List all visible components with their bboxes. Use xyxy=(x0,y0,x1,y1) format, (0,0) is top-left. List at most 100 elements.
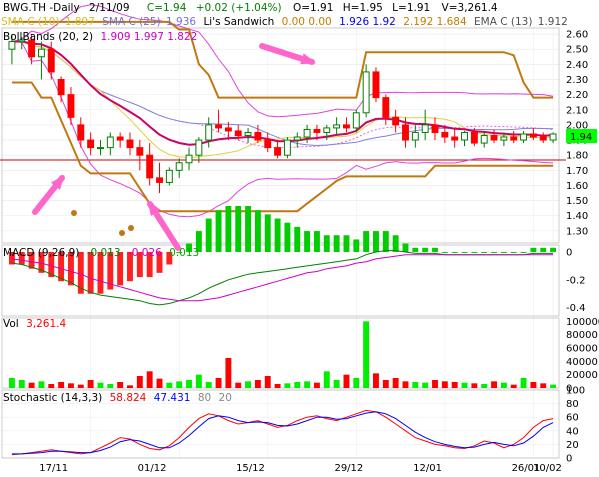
macd-histogram-bar xyxy=(441,251,448,253)
stoch-value-4: 20 xyxy=(219,392,232,404)
macd-value-3: 0.013 xyxy=(169,247,199,259)
candle-body xyxy=(205,124,213,141)
candle-body xyxy=(500,136,508,141)
low-label: L=1.91 xyxy=(392,2,430,14)
volume-bar xyxy=(432,380,438,388)
volume-bar xyxy=(235,382,242,388)
volume-bar xyxy=(68,383,74,388)
volume-bar xyxy=(520,378,527,388)
volume-bar xyxy=(363,321,370,388)
candle-body xyxy=(333,124,341,129)
macd-histogram-bar xyxy=(382,231,389,252)
candle-body xyxy=(185,154,193,164)
candle-body xyxy=(274,147,282,156)
header-line: BWG.TH -Daily 2/11/09 C=1.94 +0.02 (+1.0… xyxy=(3,2,498,14)
macd-histogram-bar xyxy=(412,247,419,252)
macd-histogram-bar xyxy=(550,247,557,252)
x-axis-labels: 17/11 01/12 15/12 29/12 12/01 26/0110/02 xyxy=(39,463,562,474)
change-label: +0.02 (+1.04%) xyxy=(196,2,282,14)
date-tick-label: 01/12 xyxy=(138,463,167,474)
sandwich-value-2: 1.926 1.92 xyxy=(339,16,396,28)
volume-bar xyxy=(38,381,45,388)
sma10-label: SMA C (10) xyxy=(1,16,59,28)
volume-bar xyxy=(343,374,350,388)
candle-body xyxy=(215,124,222,129)
macd-histogram-bar xyxy=(284,222,291,252)
candle-body xyxy=(97,147,104,150)
stoch-tick-label: 0 xyxy=(566,454,572,465)
volume-bar xyxy=(166,382,173,388)
stoch-tick-label: 40 xyxy=(566,426,579,437)
candle-body xyxy=(87,139,95,149)
candle-body xyxy=(57,78,65,96)
price-tick-label: 1.30 xyxy=(566,226,588,237)
macd-histogram-bar xyxy=(225,206,232,252)
date-tick-label: 15/12 xyxy=(236,463,265,474)
symbol-label: BWG.TH -Daily xyxy=(3,2,80,14)
sma10-value: 1.897 xyxy=(65,16,95,28)
macd-histogram-bar xyxy=(313,231,320,252)
candle-body xyxy=(224,127,232,132)
candle-body xyxy=(441,131,449,138)
price-tick-label: 2.20 xyxy=(566,90,588,101)
vol-label: Vol xyxy=(3,318,19,330)
macd-histogram-bar xyxy=(294,226,301,252)
volume-bar xyxy=(146,371,153,388)
candle-body xyxy=(480,135,488,144)
candle-body xyxy=(254,131,262,141)
candle-body xyxy=(411,131,419,141)
macd-histogram-bar xyxy=(510,251,517,253)
stoch-label: Stochastic (14,3,3) xyxy=(3,392,102,404)
vol-value: 3,261.4 xyxy=(26,318,66,330)
volume-bar xyxy=(225,358,232,388)
volume-bar xyxy=(117,382,124,388)
candle-body xyxy=(264,139,272,149)
price-tick-label: 1.40 xyxy=(566,211,588,222)
candle-body xyxy=(362,71,370,114)
candle-body xyxy=(539,136,547,141)
volume-bar xyxy=(422,382,429,388)
candle-body xyxy=(146,154,154,179)
volume-bar xyxy=(58,382,65,388)
volume-bar xyxy=(274,384,281,388)
stoch-legend: Stochastic (14,3,3) 58.824 47.431 80 20 xyxy=(3,392,232,404)
candle-body xyxy=(510,136,518,141)
date-tick-label: 12/01 xyxy=(413,463,442,474)
candle-body xyxy=(352,112,360,129)
volume-bar xyxy=(373,373,379,388)
volume-bar xyxy=(87,380,94,388)
vol-legend: Vol 3,261.4 xyxy=(3,318,66,330)
macd-histogram-bar xyxy=(500,251,507,253)
candle-body xyxy=(234,130,242,137)
volume-bar xyxy=(97,382,104,388)
price-tick-label: 1.80 xyxy=(566,151,588,162)
high-label: H=1.95 xyxy=(343,2,383,14)
boll-legend: BollBands (20, 2) 1.909 1.997 1.822 xyxy=(3,31,197,43)
macd-histogram-bar xyxy=(520,251,527,253)
volume-bar xyxy=(156,378,163,388)
macd-histogram-bar xyxy=(491,251,497,253)
volume-bar xyxy=(284,383,291,388)
macd-histogram-bar xyxy=(274,218,281,252)
candle-body xyxy=(313,128,321,133)
volume-bars xyxy=(8,321,557,388)
candle-body xyxy=(323,127,331,133)
date-label: 2/11/09 xyxy=(89,2,129,14)
macd-histogram-bar xyxy=(333,235,340,252)
stoch-tick-label: 100 xyxy=(566,386,585,397)
macd-histogram-bar xyxy=(373,231,379,252)
stoch-d-line xyxy=(11,411,554,455)
sandwich-value-3: 2.192 1.684 xyxy=(403,16,467,28)
volume-tick-label: 60000 xyxy=(566,344,598,355)
macd-histogram-bar xyxy=(471,251,478,253)
signal-dot xyxy=(71,210,77,216)
volume-bar xyxy=(294,382,301,388)
ema13-label: EMA C (13) xyxy=(474,16,532,28)
macd-histogram-bar xyxy=(392,235,399,252)
macd-histogram-bar xyxy=(432,247,438,252)
date-tick-label: 29/12 xyxy=(334,463,363,474)
candle-body xyxy=(431,124,439,133)
macd-histogram-bar xyxy=(530,247,537,252)
volume-bar xyxy=(500,382,507,388)
candle-body xyxy=(77,124,85,141)
